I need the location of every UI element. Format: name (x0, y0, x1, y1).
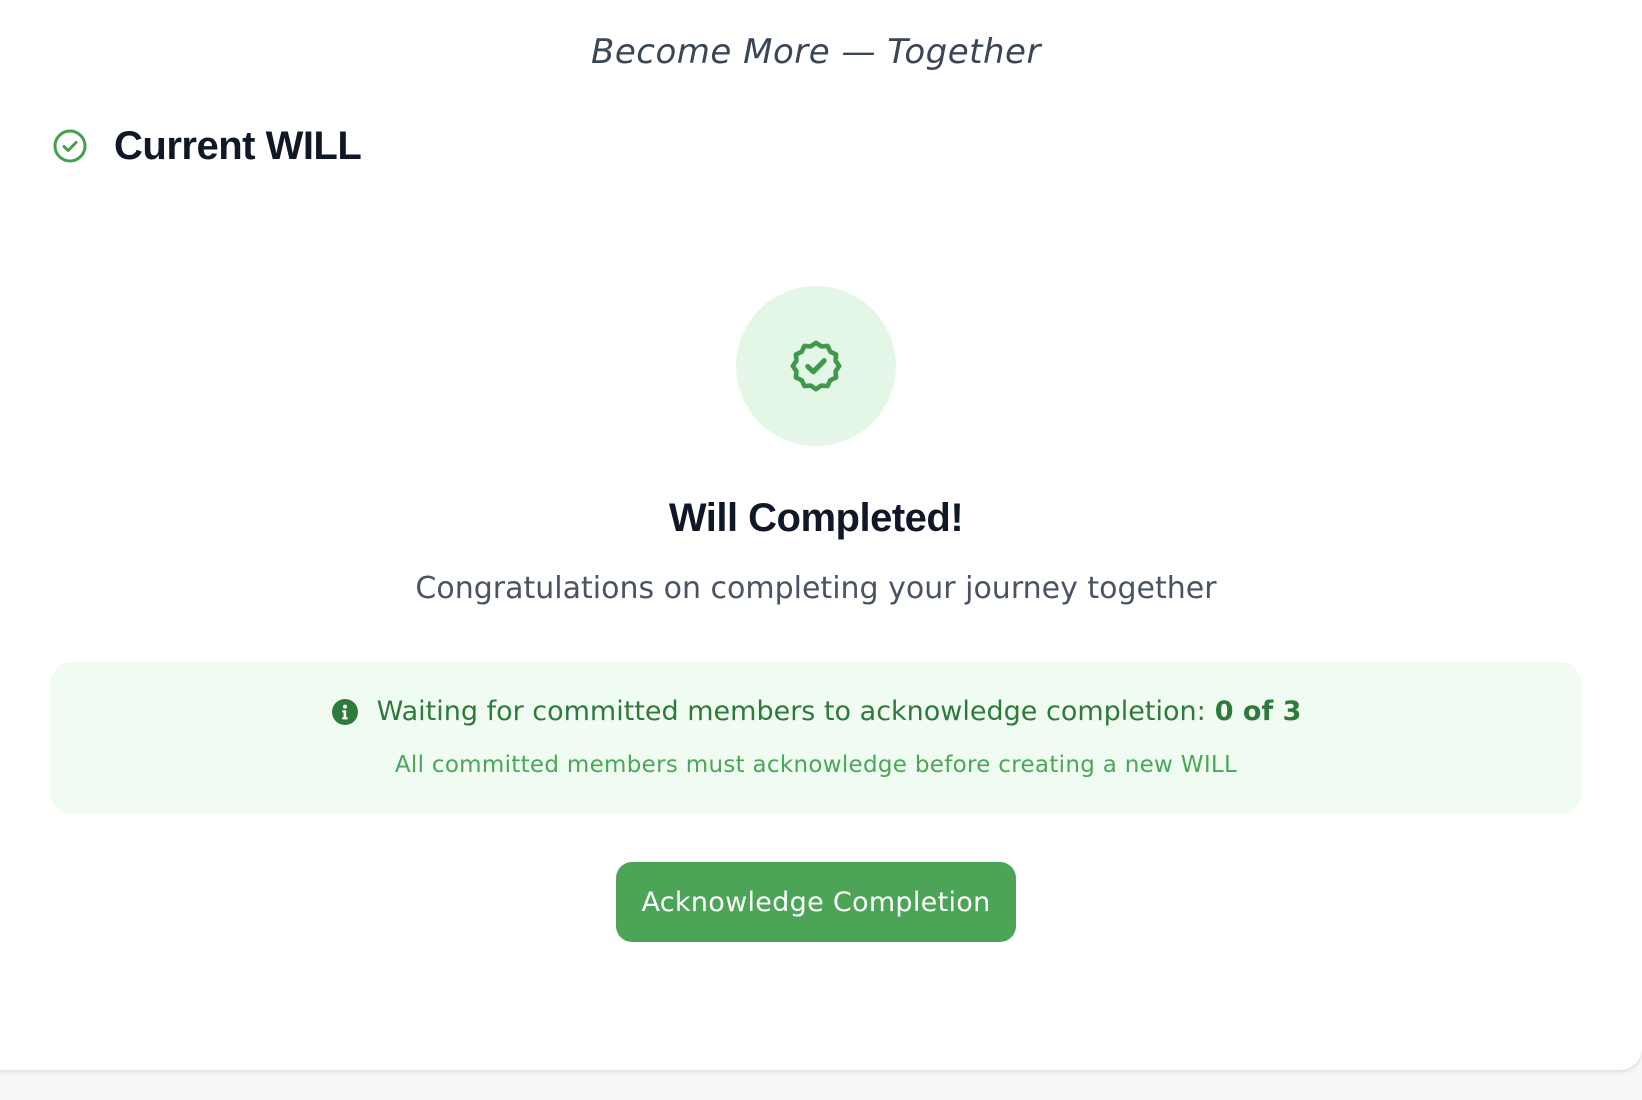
notice-message-line: Waiting for committed members to acknowl… (50, 696, 1582, 727)
notice-subtext: All committed members must acknowledge b… (394, 752, 1238, 778)
notice-message: Waiting for committed members to acknowl… (376, 696, 1206, 727)
completed-title: Will Completed! (668, 496, 964, 540)
acknowledgement-count: 0 of 3 (1214, 696, 1302, 727)
will-card: Become More — Together Current WILL Will… (0, 0, 1642, 1070)
section-header: Current WILL (52, 122, 362, 170)
completion-badge (736, 286, 896, 446)
info-icon (331, 698, 358, 725)
completed-subtitle: Congratulations on completing your journ… (415, 571, 1217, 606)
acknowledge-completion-button[interactable]: Acknowledge Completion (616, 862, 1016, 942)
badge-check-icon (790, 340, 842, 392)
acknowledgement-notice: Waiting for committed members to acknowl… (50, 662, 1582, 814)
check-circle-icon (53, 129, 87, 163)
section-title: Current WILL (114, 123, 362, 168)
tagline: Become More — Together (591, 32, 1041, 72)
